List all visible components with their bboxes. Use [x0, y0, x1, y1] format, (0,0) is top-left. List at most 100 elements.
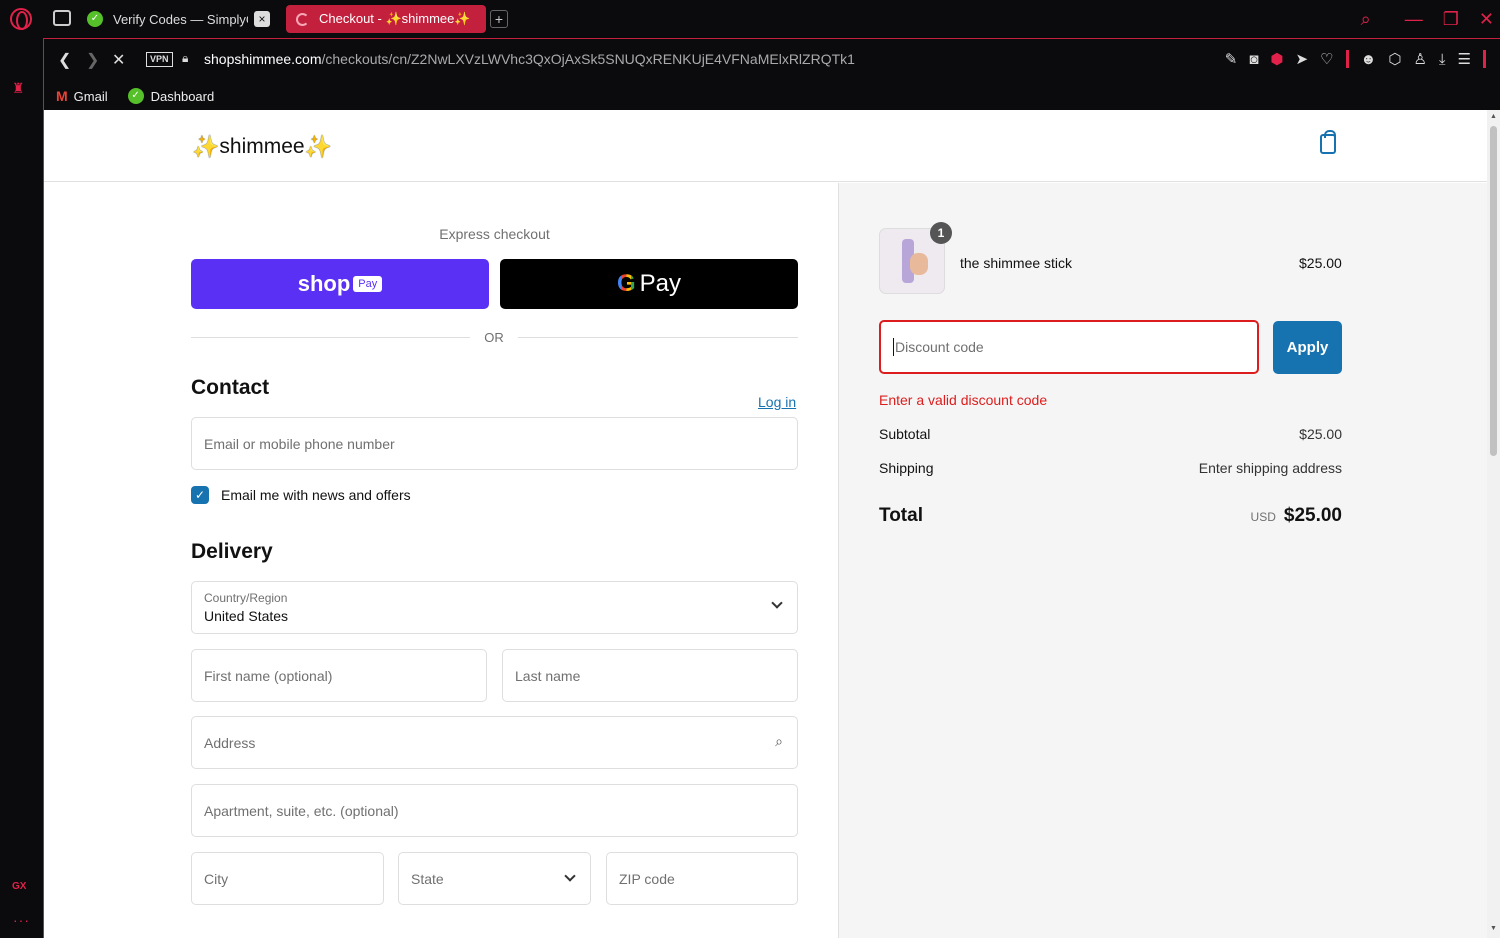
email-field[interactable]: Email or mobile phone number: [191, 417, 798, 470]
last-name-field[interactable]: Last name: [502, 649, 798, 702]
address-bar: ❮ ❯ ✕ VPN 🔒︎ shopshimmee.com/checkouts/c…: [43, 38, 1500, 82]
extensions-cube-icon[interactable]: ⬡: [1388, 50, 1401, 68]
discount-code-input[interactable]: Discount code: [879, 320, 1259, 374]
google-pay-button[interactable]: G Pay: [500, 259, 798, 309]
loading-spinner-icon: [296, 12, 309, 26]
shop-pay-wordmark: shop: [297, 271, 351, 296]
address-field[interactable]: Address ⌕: [191, 716, 798, 769]
quantity-badge: 1: [930, 222, 952, 244]
divider: [518, 337, 798, 338]
url-field[interactable]: shopshimmee.com/checkouts/cn/Z2NwLXVzLWV…: [204, 51, 855, 67]
address-placeholder: Address: [204, 734, 256, 751]
tab-title: Checkout - ✨shimmee✨: [319, 11, 471, 26]
news-checkbox[interactable]: ✓: [191, 486, 209, 504]
state-placeholder: State: [411, 870, 444, 887]
gpay-label: Pay: [639, 270, 682, 297]
gx-icon[interactable]: GX: [12, 881, 26, 892]
text-caret: [893, 338, 894, 356]
new-tab-button[interactable]: +: [490, 10, 508, 28]
store-logo[interactable]: ✨ shimmee ✨: [192, 134, 332, 160]
toolbar-divider: [1345, 50, 1349, 68]
workspaces-icon[interactable]: [53, 10, 71, 26]
subtotal-label: Subtotal: [879, 426, 931, 442]
or-label: OR: [484, 330, 504, 345]
vpn-badge[interactable]: VPN: [146, 52, 173, 67]
minimize-icon[interactable]: —: [1405, 9, 1423, 30]
store-header: ✨ shimmee ✨: [44, 110, 1487, 182]
login-link[interactable]: Log in: [758, 394, 796, 410]
country-select[interactable]: Country/Region United States: [191, 581, 798, 634]
scroll-up-icon[interactable]: ▲: [1490, 113, 1497, 120]
currency-code: USD: [1250, 510, 1276, 524]
checkout-page: ✨ shimmee ✨ Express checkout shop Pay G …: [43, 110, 1487, 938]
url-domain: shopshimmee.com: [204, 51, 322, 67]
product-image-hand: [910, 253, 928, 275]
shop-pay-badge: Pay: [353, 276, 383, 292]
opera-logo-icon[interactable]: [10, 8, 32, 30]
shipping-value: Enter shipping address: [1198, 460, 1342, 476]
shopping-bag-icon[interactable]: [1320, 130, 1336, 154]
total-value: $25.00: [1283, 505, 1342, 526]
download-icon[interactable]: ⤓: [1439, 51, 1446, 68]
bookmark-label: Dashboard: [150, 88, 215, 104]
browser-sidebar: ♜ GX ···: [0, 0, 43, 938]
toolbar-divider: [1483, 50, 1486, 68]
edit-icon[interactable]: ✎: [1225, 50, 1238, 68]
scroll-down-icon[interactable]: ▼: [1490, 925, 1497, 932]
gmail-icon: M: [56, 88, 68, 104]
sparkle-icon: ✨: [192, 134, 220, 159]
discount-placeholder: Discount code: [895, 339, 984, 355]
news-checkbox-row[interactable]: ✓ Email me with news and offers: [191, 486, 411, 504]
url-path: /checkouts/cn/Z2NwLXVzLWVhc3QxOjAxSk5SNU…: [321, 51, 855, 67]
stop-loading-icon[interactable]: ✕: [112, 50, 125, 70]
profile-icon[interactable]: ♙: [1413, 50, 1426, 68]
bookmark-gmail[interactable]: M Gmail: [56, 88, 108, 104]
simplycodes-favicon-icon: ✓: [87, 11, 103, 27]
total-label: Total: [879, 505, 923, 526]
bookmark-dashboard[interactable]: ✓ Dashboard: [127, 88, 215, 104]
apply-button[interactable]: Apply: [1273, 321, 1342, 374]
browser-window: ♜ GX ··· ✓ Verify Codes — SimplyCodes × …: [0, 0, 1500, 938]
tab-title: Verify Codes — SimplyCodes: [113, 11, 248, 27]
delivery-heading: Delivery: [191, 540, 273, 563]
sidebar-more-icon[interactable]: ···: [13, 912, 30, 928]
heart-icon[interactable]: ♡: [1320, 50, 1333, 68]
forward-icon[interactable]: ❯: [86, 50, 99, 70]
zip-field[interactable]: ZIP code: [606, 852, 798, 905]
contact-heading: Contact: [191, 376, 270, 399]
tab-close-icon[interactable]: ×: [254, 11, 270, 27]
tab-search-icon[interactable]: ⌕: [1361, 9, 1371, 30]
apartment-field[interactable]: Apartment, suite, etc. (optional): [191, 784, 798, 837]
dashboard-icon: ✓: [127, 88, 144, 104]
shop-pay-button[interactable]: shop Pay: [191, 259, 489, 309]
back-icon[interactable]: ❮: [58, 50, 71, 70]
ai-assistant-icon[interactable]: ☻: [1361, 51, 1377, 68]
google-g-icon: G: [616, 270, 636, 297]
close-window-icon[interactable]: ✕: [1479, 9, 1494, 30]
city-field[interactable]: City: [191, 852, 384, 905]
sparkle-icon: ✨: [304, 134, 333, 159]
express-checkout-label: Express checkout: [439, 226, 550, 242]
sidebar-extension-icon[interactable]: ♜: [12, 80, 25, 97]
send-icon[interactable]: ➤: [1296, 50, 1309, 68]
store-name: shimmee: [219, 135, 305, 158]
first-name-field[interactable]: First name (optional): [191, 649, 487, 702]
shipping-label: Shipping: [879, 460, 934, 476]
bookmarks-bar: M Gmail ✓ Dashboard: [43, 82, 1500, 110]
page-scrollbar[interactable]: ▲ ▼: [1487, 110, 1500, 938]
product-name: the shimmee stick: [960, 255, 1073, 271]
camera-icon[interactable]: ◙: [1249, 51, 1258, 68]
maximize-icon[interactable]: ❐: [1443, 9, 1459, 30]
tab-checkout[interactable]: Checkout - ✨shimmee✨: [286, 5, 486, 33]
menu-icon[interactable]: ☰: [1458, 50, 1471, 68]
country-label: Country/Region: [204, 591, 288, 605]
tab-strip: ✓ Verify Codes — SimplyCodes × Checkout …: [43, 0, 1500, 38]
checkout-form: Express checkout shop Pay G Pay OR Conta…: [44, 183, 838, 938]
tab-verify-codes[interactable]: ✓ Verify Codes — SimplyCodes ×: [87, 5, 277, 33]
news-checkbox-label: Email me with news and offers: [221, 487, 411, 503]
lock-icon[interactable]: 🔒︎: [182, 51, 188, 66]
shield-icon[interactable]: ⬢: [1270, 50, 1283, 68]
state-select[interactable]: State: [398, 852, 591, 905]
scrollbar-thumb[interactable]: [1490, 126, 1497, 456]
bookmark-label: Gmail: [73, 88, 108, 104]
